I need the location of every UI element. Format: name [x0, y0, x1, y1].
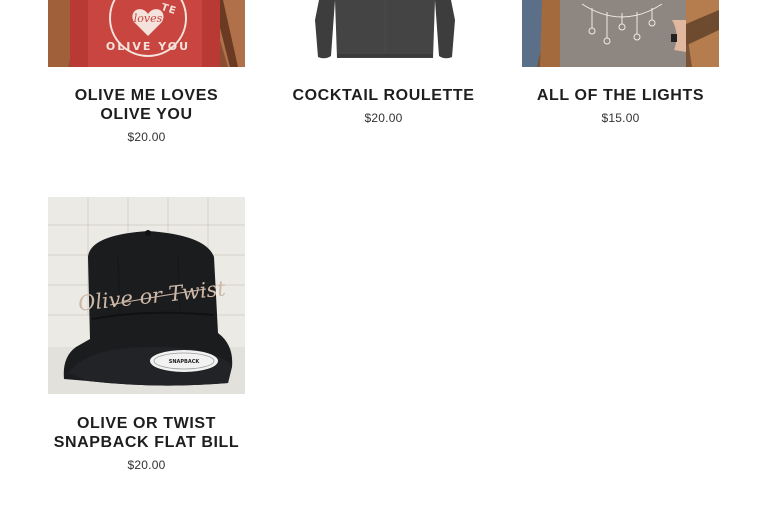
- product-image: [522, 0, 719, 67]
- product-price: $20.00: [127, 458, 166, 472]
- product-image: [285, 0, 482, 67]
- product-card[interactable]: Olive or Twist SNAPBACK OLIVE OR TWIST S…: [48, 197, 245, 472]
- product-card[interactable]: ALL OF THE LIGHTS $15.00: [522, 0, 719, 125]
- product-image-link[interactable]: Olive or Twist SNAPBACK: [48, 197, 245, 394]
- product-image: Olive or Twist SNAPBACK: [48, 197, 245, 394]
- product-title[interactable]: OLIVE OR TWIST SNAPBACK FLAT BILL: [48, 414, 245, 452]
- product-image-text: loves: [134, 12, 163, 25]
- product-price: $20.00: [364, 111, 403, 125]
- product-price: $15.00: [601, 111, 640, 125]
- product-image-link[interactable]: [285, 0, 482, 67]
- product-image: loves OLIVE YOU TE: [48, 0, 245, 67]
- product-price: $20.00: [127, 130, 166, 144]
- svg-text:OLIVE YOU: OLIVE YOU: [106, 40, 190, 53]
- product-title[interactable]: OLIVE ME LOVES OLIVE YOU: [48, 86, 245, 124]
- product-card[interactable]: COCKTAIL ROULETTE $20.00: [285, 0, 482, 125]
- product-image-link[interactable]: [522, 0, 719, 67]
- product-image-link[interactable]: loves OLIVE YOU TE: [48, 0, 245, 67]
- cap-sticker-text: SNAPBACK: [169, 359, 201, 365]
- product-card[interactable]: loves OLIVE YOU TE OLIVE ME LOVES OLIVE …: [48, 0, 245, 144]
- product-title[interactable]: COCKTAIL ROULETTE: [265, 86, 502, 105]
- product-title[interactable]: ALL OF THE LIGHTS: [522, 86, 719, 105]
